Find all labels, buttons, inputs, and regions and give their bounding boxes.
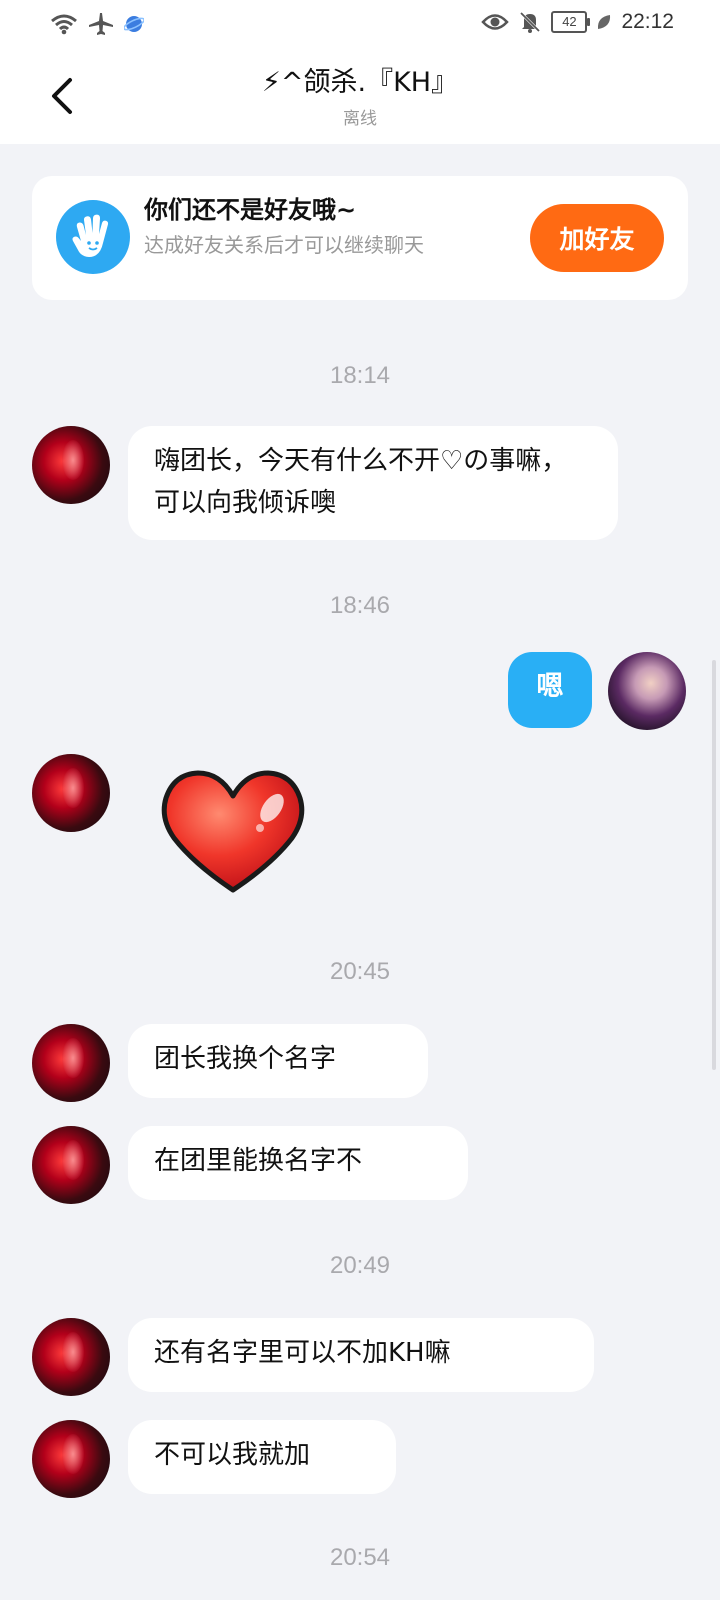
clock: 22:12 [621, 10, 674, 33]
contact-avatar[interactable] [32, 426, 110, 504]
message-bubble-incoming[interactable]: 在团里能换名字不 [128, 1126, 468, 1200]
chat-header: ⚡^颌杀.『KH』 离线 [0, 48, 720, 144]
contact-avatar[interactable] [32, 754, 110, 832]
bell-muted-icon [520, 11, 541, 33]
contact-avatar[interactable] [32, 1126, 110, 1204]
timestamp: 18:14 [329, 362, 391, 389]
airplane-icon [89, 13, 113, 35]
contact-status: 离线 [343, 109, 377, 129]
banner-description: 达成好友关系后才可以继续聊天 [144, 233, 424, 257]
wave-hand-icon [56, 200, 130, 274]
message-bubble-incoming[interactable]: 团长我换个名字 [128, 1024, 428, 1098]
message-bubble-incoming[interactable]: 嗨团长，今天有什么不开♡の事嘛，可以向我倾诉噢 [128, 426, 618, 540]
timestamp: 20:54 [329, 1544, 391, 1571]
contact-avatar[interactable] [32, 1318, 110, 1396]
not-friends-banner: 你们还不是好友哦~ 达成好友关系后才可以继续聊天 加好友 [32, 176, 688, 300]
message-bubble-outgoing[interactable]: 嗯 [508, 652, 592, 728]
wifi-icon [51, 14, 77, 35]
leaf-icon [598, 15, 611, 29]
battery-icon: 42 [551, 11, 591, 33]
message-bubble-incoming[interactable]: 不可以我就加 [128, 1420, 396, 1494]
my-avatar[interactable] [608, 652, 686, 730]
scrollbar[interactable] [712, 660, 716, 1070]
timestamp: 20:45 [329, 958, 391, 985]
contact-name: ⚡^颌杀.『KH』 [261, 67, 459, 98]
contact-avatar[interactable] [32, 1420, 110, 1498]
contact-avatar[interactable] [32, 1024, 110, 1102]
status-right-icons: 42 22:12 [481, 10, 674, 34]
banner-title: 你们还不是好友哦~ [144, 196, 357, 224]
message-bubble-incoming[interactable]: 还有名字里可以不加KH嘛 [128, 1318, 594, 1392]
add-friend-button[interactable]: 加好友 [530, 204, 664, 272]
timestamp: 20:49 [329, 1252, 391, 1279]
eye-icon [481, 14, 510, 30]
globe-icon [124, 16, 144, 32]
heart-sticker[interactable] [160, 766, 306, 896]
status-bar: 42 22:12 [0, 0, 720, 48]
status-left-icons [50, 12, 144, 36]
timestamp: 18:46 [329, 592, 391, 619]
